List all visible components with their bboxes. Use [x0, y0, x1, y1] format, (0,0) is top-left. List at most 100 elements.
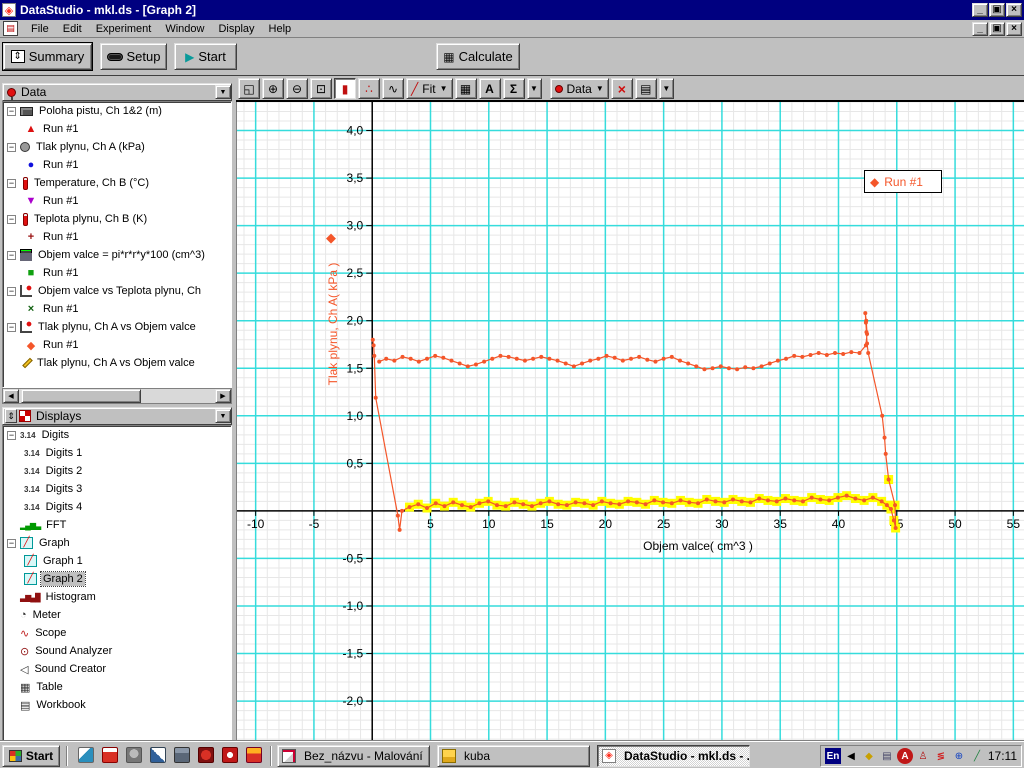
task-button-paint[interactable]: Bez_názvu - Malování	[277, 745, 430, 767]
tree-item-poloha-pistu[interactable]: − Poloha pistu, Ch 1&2 (m)	[3, 102, 231, 120]
expand-icon[interactable]: −	[7, 215, 16, 224]
close-button[interactable]: ×	[1006, 3, 1022, 17]
tree-run-tlak[interactable]: ● Run #1	[3, 156, 231, 174]
tree-item-temperature[interactable]: − Temperature, Ch B (°C)	[3, 174, 231, 192]
expand-icon[interactable]: −	[7, 107, 16, 116]
display-item-digits-2[interactable]: 3.14 Digits 2	[3, 462, 231, 480]
child-restore-button[interactable]: ▣	[989, 22, 1005, 36]
displays-panel-header[interactable]: ⇕ Displays ▼	[2, 407, 232, 425]
fit-dropdown-button[interactable]: ╱ Fit ▼	[406, 78, 453, 99]
display-item-digits-4[interactable]: 3.14 Digits 4	[3, 498, 231, 516]
child-close-button[interactable]: ×	[1006, 22, 1022, 36]
tree-run-temperature[interactable]: ▼ Run #1	[3, 192, 231, 210]
data-panel-header[interactable]: Data ▼	[2, 83, 232, 101]
minimize-button[interactable]: _	[972, 3, 988, 17]
quicklaunch-icon-4[interactable]	[150, 747, 166, 763]
remove-button[interactable]: ×	[611, 78, 633, 99]
display-item-sound-creator[interactable]: ◁ Sound Creator	[3, 660, 231, 678]
display-item-scope[interactable]: ∿ Scope	[3, 624, 231, 642]
quicklaunch-icon-3[interactable]	[126, 747, 142, 763]
smart-tool-button[interactable]: ▮	[334, 78, 356, 99]
quicklaunch-icon-8[interactable]	[246, 747, 262, 763]
expand-icon[interactable]: −	[7, 251, 16, 260]
expand-icon[interactable]: −	[7, 539, 16, 548]
reorder-spinner-icon[interactable]: ⇕	[5, 409, 17, 423]
pen-utility-icon[interactable]: ╱	[969, 748, 985, 764]
menu-help[interactable]: Help	[262, 21, 299, 37]
expand-icon[interactable]: −	[7, 143, 16, 152]
tree-run-objem-vs-teplota[interactable]: × Run #1	[3, 300, 231, 318]
quicklaunch-icon-5[interactable]	[174, 747, 190, 763]
setup-button[interactable]: Setup	[100, 43, 167, 70]
scroll-thumb[interactable]	[21, 389, 141, 403]
task-button-folder-kuba[interactable]: kuba	[437, 745, 590, 767]
zoom-select-button[interactable]: ⊡	[310, 78, 332, 99]
display-item-digits-1[interactable]: 3.14 Digits 1	[3, 444, 231, 462]
data-menu-button[interactable]: Data ▼	[550, 78, 609, 99]
zoom-out-button[interactable]: ⊖	[286, 78, 308, 99]
scale-to-fit-button[interactable]: ◱	[238, 78, 260, 99]
tree-run-tlak-vs-objem[interactable]: ◆ Run #1	[3, 336, 231, 354]
data-dropdown-button[interactable]: ▼	[215, 85, 231, 99]
expand-icon[interactable]: −	[7, 431, 16, 440]
quicklaunch-icon-1[interactable]	[78, 747, 94, 763]
display-item-graph-2[interactable]: ╱ Graph 2	[3, 570, 231, 588]
scroll-right-button[interactable]: ▶	[215, 389, 231, 403]
display-item-meter[interactable]: ◔ Meter	[3, 606, 231, 624]
menu-window[interactable]: Window	[158, 21, 211, 37]
display-item-graph[interactable]: − ╱ Graph	[3, 534, 231, 552]
tree-item-objem-valce[interactable]: − Objem valce = pi*r*r*y*100 (cm^3)	[3, 246, 231, 264]
tree-item-tlak-vs-objem-2[interactable]: Tlak plynu, Ch A vs Objem valce	[3, 354, 231, 372]
display-item-table[interactable]: ▦ Table	[3, 678, 231, 696]
text-tool-button[interactable]: A	[479, 78, 501, 99]
display-item-workbook[interactable]: ▤ Workbook	[3, 696, 231, 714]
tree-item-tlak-vs-objem[interactable]: − Tlak plynu, Ch A vs Objem valce	[3, 318, 231, 336]
ati-icon[interactable]: A	[897, 748, 913, 764]
tree-run-objem[interactable]: ■ Run #1	[3, 264, 231, 282]
display-utility-icon[interactable]: ◆	[861, 748, 877, 764]
tree-item-objem-vs-teplota[interactable]: − Objem valce vs Teplota plynu, Ch	[3, 282, 231, 300]
child-minimize-button[interactable]: _	[972, 22, 988, 36]
display-item-histogram[interactable]: ▃▆▄█ Histogram	[3, 588, 231, 606]
statistics-dropdown-button[interactable]: ▼	[527, 78, 542, 99]
start-menu-button[interactable]: Start	[2, 745, 60, 767]
expand-icon[interactable]: −	[7, 179, 16, 188]
quicklaunch-icon-7[interactable]	[222, 747, 238, 763]
quicklaunch-icon-6[interactable]	[198, 747, 214, 763]
tree-run-teplota[interactable]: + Run #1	[3, 228, 231, 246]
calculator-tool-button[interactable]: ▦	[455, 78, 477, 99]
menu-file[interactable]: File	[24, 21, 56, 37]
tree-item-tlak-plynu[interactable]: − Tlak plynu, Ch A (kPa)	[3, 138, 231, 156]
language-indicator[interactable]: En	[825, 748, 841, 764]
legend[interactable]: ◆ Run #1	[864, 170, 942, 193]
slope-tool-button[interactable]: ∴	[358, 78, 380, 99]
graph-settings-button[interactable]: ▤	[635, 78, 657, 99]
update-icon[interactable]: ⊕	[951, 748, 967, 764]
quicklaunch-icon-2[interactable]	[102, 747, 118, 763]
expand-icon[interactable]: −	[7, 287, 16, 296]
menu-edit[interactable]: Edit	[56, 21, 89, 37]
menu-display[interactable]: Display	[211, 21, 261, 37]
expand-icon[interactable]: −	[7, 323, 16, 332]
display-item-fft[interactable]: ▂▄▆▃ FFT	[3, 516, 231, 534]
volume-icon[interactable]: ◀	[843, 748, 859, 764]
power-icon[interactable]: ≶	[933, 748, 949, 764]
displays-dropdown-button[interactable]: ▼	[215, 409, 231, 423]
plot-area[interactable]: -10-5510152025303540455055-2,0-1,5-1,0-0…	[236, 102, 1024, 741]
start-button[interactable]: ▶ Start	[174, 43, 237, 70]
restore-button[interactable]: ▣	[989, 3, 1005, 17]
menu-experiment[interactable]: Experiment	[89, 21, 159, 37]
tangent-tool-button[interactable]: ∿	[382, 78, 404, 99]
calculate-button[interactable]: ▦ Calculate	[436, 43, 520, 70]
scheduler-icon[interactable]: ▤	[879, 748, 895, 764]
antivirus-icon[interactable]: ♙	[915, 748, 931, 764]
tree-item-teplota-plynu[interactable]: − Teplota plynu, Ch B (K)	[3, 210, 231, 228]
display-item-graph-1[interactable]: ╱ Graph 1	[3, 552, 231, 570]
data-tree-hscrollbar[interactable]: ◀ ▶	[2, 388, 232, 404]
graph-settings-dropdown-button[interactable]: ▼	[659, 78, 674, 99]
display-item-digits[interactable]: − 3.14 Digits	[3, 426, 231, 444]
task-button-datastudio[interactable]: ◈ DataStudio - mkl.ds - ...	[597, 745, 750, 767]
statistics-button[interactable]: Σ	[503, 78, 525, 99]
summary-button[interactable]: ⇕ Summary	[3, 43, 92, 70]
tree-run-poloha[interactable]: ▲ Run #1	[3, 120, 231, 138]
